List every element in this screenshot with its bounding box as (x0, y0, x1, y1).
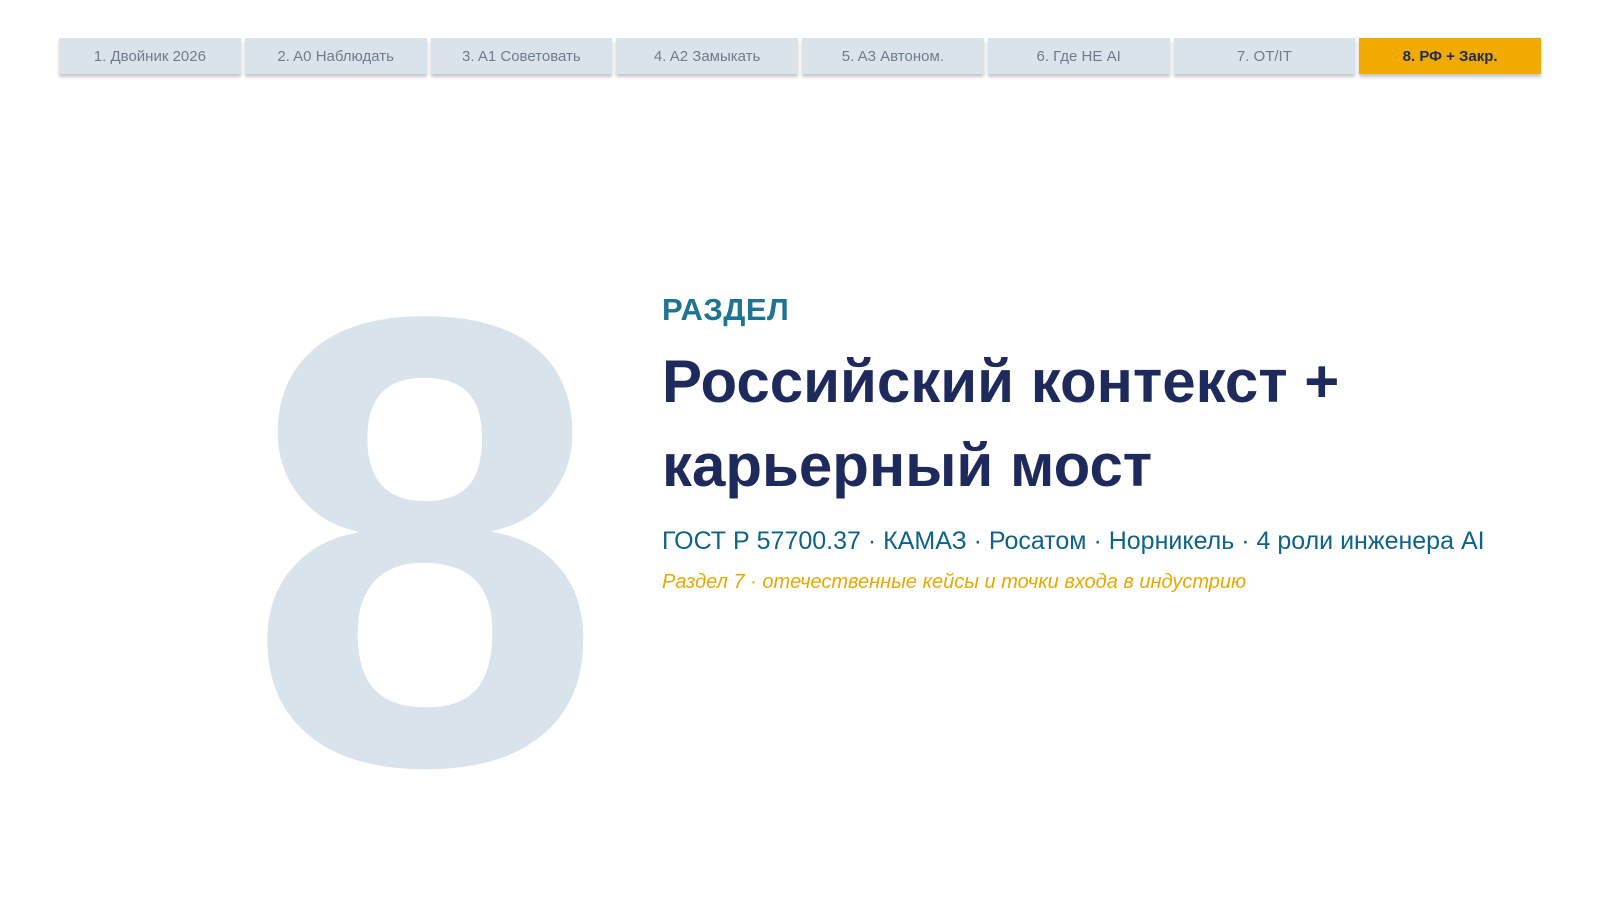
section-nav: 1. Двойник 2026 2. A0 Наблюдать 3. A1 Со… (59, 38, 1541, 74)
tab-a1-advise[interactable]: 3. A1 Советовать (430, 38, 613, 74)
slide: 1. Двойник 2026 2. A0 Наблюдать 3. A1 Со… (0, 0, 1600, 900)
tab-digital-twin-2026[interactable]: 1. Двойник 2026 (59, 38, 241, 74)
section-content: РАЗДЕЛ Российский контекст + карьерный м… (662, 290, 1562, 596)
section-note: Раздел 7 · отечественные кейсы и точки в… (662, 571, 1247, 593)
tab-a2-close-loop[interactable]: 4. A2 Замыкать (616, 38, 798, 74)
section-title-line1: Российский контекст + (662, 348, 1340, 415)
section-subtitle: ГОСТ Р 57700.37 · КАМАЗ · Росатом · Норн… (662, 527, 1485, 555)
section-title: Российский контекст + карьерный мост (662, 340, 1562, 508)
tab-russia-closing[interactable]: 8. РФ + Закр. (1359, 38, 1541, 74)
tab-where-not-ai[interactable]: 6. Где НЕ AI (987, 38, 1170, 74)
tab-ot-it[interactable]: 7. OT/IT (1173, 38, 1356, 74)
tab-a0-observe[interactable]: 2. A0 Наблюдать (244, 38, 427, 74)
section-eyebrow: РАЗДЕЛ (662, 292, 790, 327)
tab-a3-autonomous[interactable]: 5. A3 Автоном. (802, 38, 984, 74)
section-number: 8 (247, 184, 603, 899)
section-title-line2: карьерный мост (662, 432, 1153, 499)
